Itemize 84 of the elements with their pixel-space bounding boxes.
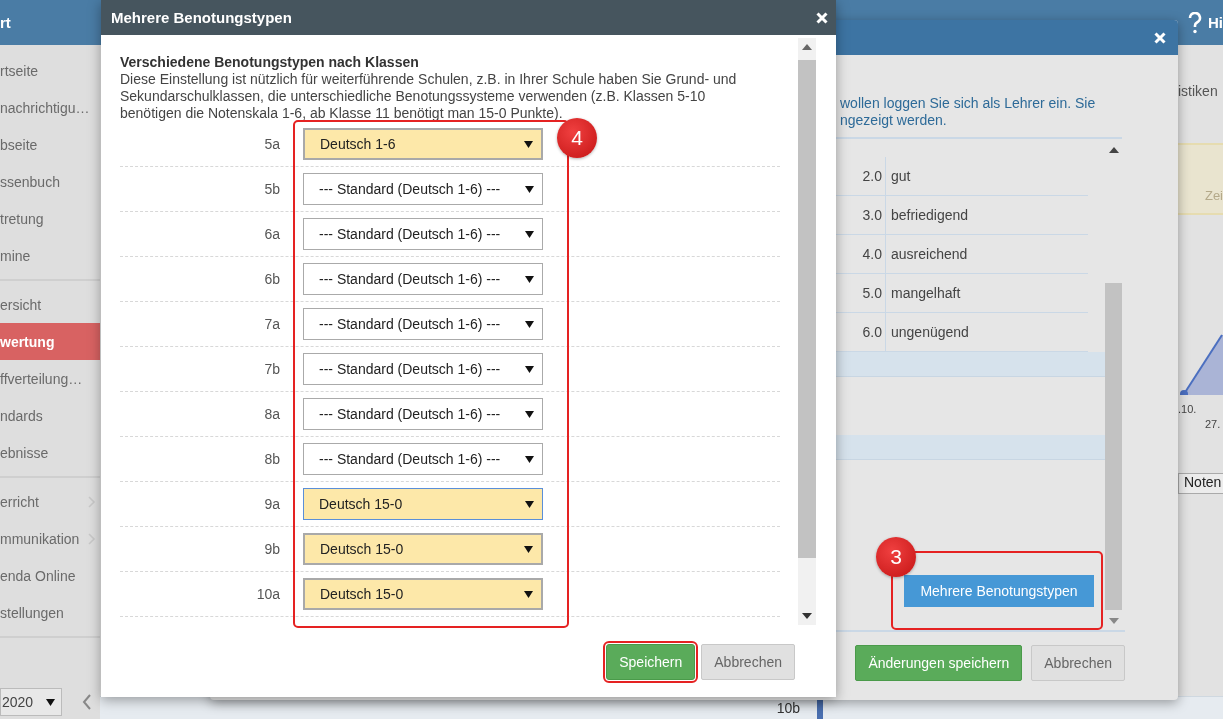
- grade-type-select[interactable]: --- Standard (Deutsch 1-6) ---: [303, 263, 543, 295]
- chevron-right-icon: [88, 495, 96, 508]
- step-badge: 4: [557, 118, 597, 158]
- sidebar-item[interactable]: erricht: [0, 483, 100, 520]
- sidebar-item[interactable]: mmunikation: [0, 520, 100, 557]
- sidebar-item[interactable]: stellungen: [0, 594, 100, 631]
- grade-label: mangelhaft: [890, 284, 962, 303]
- cancel-button[interactable]: Abbrechen: [1031, 645, 1125, 681]
- info-text: ngezeigt werden.: [840, 112, 948, 129]
- sidebar-item[interactable]: tretung: [0, 200, 100, 237]
- grade-type-select[interactable]: --- Standard (Deutsch 1-6) ---: [303, 308, 543, 340]
- sidebar-item[interactable]: ersicht: [0, 286, 100, 323]
- sidebar-item[interactable]: wertung: [0, 323, 100, 360]
- sidebar-item[interactable]: ebnisse: [0, 434, 100, 471]
- grade-type-select[interactable]: Deutsch 15-0: [303, 488, 543, 520]
- sidebar-item[interactable]: ffverteilung…: [0, 360, 100, 397]
- scroll-up-icon[interactable]: [1108, 147, 1119, 153]
- dialog-title: Mehrere Benotungstypen: [111, 9, 292, 26]
- sidebar-item[interactable]: bseite: [0, 126, 100, 163]
- class-label: 10b: [775, 700, 800, 716]
- caret-icon: [525, 410, 534, 418]
- sidebar-item[interactable]: nachrichtigu…: [0, 89, 100, 126]
- sidebar-item[interactable]: mine: [0, 237, 100, 274]
- caret-icon: [524, 590, 533, 598]
- grade-type-select[interactable]: --- Standard (Deutsch 1-6) ---: [303, 443, 543, 475]
- caret-icon: [525, 185, 534, 193]
- step-badge: 3: [876, 537, 916, 577]
- multiple-grade-types-button[interactable]: Mehrere Benotungstypen: [904, 575, 1094, 607]
- class-label: 9a: [263, 496, 280, 512]
- grade-type-select[interactable]: --- Standard (Deutsch 1-6) ---: [303, 173, 543, 205]
- scrollbar-thumb[interactable]: [798, 60, 816, 558]
- grade-label: befriedigend: [890, 206, 970, 225]
- app-title: rt: [0, 14, 11, 31]
- caret-icon: [525, 365, 534, 373]
- save-button[interactable]: Speichern: [606, 644, 696, 680]
- grade-type-select[interactable]: Deutsch 1-6: [303, 128, 543, 160]
- class-label: 9b: [263, 541, 280, 557]
- class-label: 5b: [263, 181, 280, 197]
- year-select[interactable]: 2020: [0, 688, 62, 716]
- save-button[interactable]: Änderungen speichern: [855, 645, 1023, 681]
- grade-type-select[interactable]: Noten: [1178, 473, 1223, 494]
- help-icon[interactable]: [1188, 11, 1202, 34]
- class-label: 7b: [263, 361, 280, 377]
- chevron-right-icon: [88, 532, 96, 545]
- caret-icon: [525, 500, 534, 508]
- grade-type-select[interactable]: --- Standard (Deutsch 1-6) ---: [303, 218, 543, 250]
- scrollbar[interactable]: [798, 38, 816, 625]
- grade-label: ungenügend: [890, 323, 970, 342]
- chart-axis-label: .10.: [1178, 403, 1197, 415]
- grade-label: ausreichend: [890, 245, 969, 264]
- class-label: 10a: [255, 586, 280, 602]
- close-icon[interactable]: [1154, 31, 1166, 44]
- cancel-button[interactable]: Abbrechen: [701, 644, 795, 680]
- scrollbar-thumb[interactable]: [1105, 283, 1122, 610]
- panel-label: Zei: [1204, 188, 1223, 203]
- caret-icon: [525, 320, 534, 328]
- close-icon[interactable]: [816, 11, 828, 24]
- sidebar-item[interactable]: rtseite: [0, 52, 100, 89]
- caret-icon: [524, 140, 533, 148]
- scroll-down-icon[interactable]: [802, 613, 812, 619]
- grade-type-select[interactable]: --- Standard (Deutsch 1-6) ---: [303, 353, 543, 385]
- class-label: 7a: [263, 316, 280, 332]
- grade-type-select[interactable]: Deutsch 15-0: [303, 578, 543, 610]
- chart-axis-label: 27.: [1205, 418, 1221, 430]
- caret-icon: [525, 455, 534, 463]
- grade-type-select[interactable]: --- Standard (Deutsch 1-6) ---: [303, 398, 543, 430]
- class-label: 5a: [263, 136, 280, 152]
- class-label: 8a: [263, 406, 280, 422]
- section-heading: Verschiedene Benotungstypen nach Klassen: [120, 54, 420, 71]
- sidebar-item[interactable]: ndards: [0, 397, 100, 434]
- grade-type-select[interactable]: Deutsch 15-0: [303, 533, 543, 565]
- chevron-left-icon[interactable]: [82, 694, 92, 710]
- sidebar-item[interactable]: enda Online: [0, 557, 100, 594]
- caret-icon: [46, 698, 55, 706]
- sidebar-item[interactable]: ssenbuch: [0, 163, 100, 200]
- caret-icon: [525, 230, 534, 238]
- caret-icon: [525, 275, 534, 283]
- grade-label: gut: [890, 167, 912, 186]
- tab-label[interactable]: istiken: [1178, 83, 1223, 143]
- info-text: wollen loggen Sie sich als Lehrer ein. Sie: [840, 95, 1097, 112]
- caret-icon: [524, 545, 533, 553]
- class-label: 8b: [263, 451, 280, 467]
- class-label: 6b: [263, 271, 280, 287]
- help-label[interactable]: Hi: [1208, 14, 1223, 31]
